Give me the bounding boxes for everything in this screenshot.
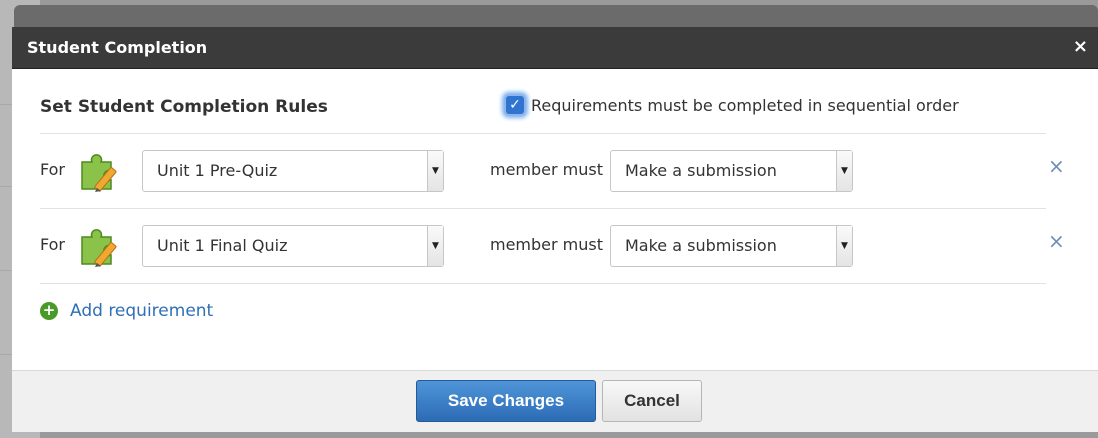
completion-dialog: Student Completion × Set Student Complet… xyxy=(12,5,1098,432)
dialog-footer: Save Changes Cancel xyxy=(12,370,1098,432)
requirement-item-select[interactable]: Unit 1 Final Quiz ▼ xyxy=(142,225,444,267)
save-changes-button[interactable]: Save Changes xyxy=(416,380,596,422)
add-requirement-label: Add requirement xyxy=(70,301,214,321)
chevron-down-icon: ▼ xyxy=(427,226,443,266)
requirement-row: For Unit 1 Pre-Quiz ▼ member must Make a… xyxy=(40,150,1065,194)
requirement-row: For Unit 1 Final Quiz ▼ member must Make… xyxy=(40,225,1065,269)
sequential-order-option[interactable]: ✓ Requirements must be completed in sequ… xyxy=(504,94,959,116)
chevron-down-icon: ▼ xyxy=(427,151,443,191)
requirement-action-value: Make a submission xyxy=(625,236,777,255)
requirement-action-select[interactable]: Make a submission ▼ xyxy=(610,225,853,267)
member-must-label: member must xyxy=(490,235,604,254)
divider xyxy=(40,133,1046,134)
requirement-item-value: Unit 1 Pre-Quiz xyxy=(157,161,278,180)
add-icon: + xyxy=(40,302,58,320)
divider xyxy=(40,283,1046,284)
divider xyxy=(40,208,1046,209)
dialog-content: Set Student Completion Rules ✓ Requireme… xyxy=(12,69,1098,370)
for-label: For xyxy=(40,235,65,254)
dialog-titlebar: Student Completion × xyxy=(12,27,1098,69)
chevron-down-icon: ▼ xyxy=(836,151,852,191)
for-label: For xyxy=(40,160,65,179)
remove-requirement-icon[interactable]: × xyxy=(1048,229,1065,253)
remove-requirement-icon[interactable]: × xyxy=(1048,154,1065,178)
sequential-order-label: Requirements must be completed in sequen… xyxy=(531,95,959,115)
puzzle-pencil-icon xyxy=(81,154,117,192)
requirement-action-select[interactable]: Make a submission ▼ xyxy=(610,150,853,192)
requirement-item-value: Unit 1 Final Quiz xyxy=(157,236,288,255)
add-requirement-link[interactable]: + Add requirement xyxy=(40,301,213,321)
close-icon[interactable]: × xyxy=(1073,36,1088,57)
cancel-button[interactable]: Cancel xyxy=(602,380,702,422)
sequential-order-checkbox[interactable]: ✓ xyxy=(504,94,526,116)
requirement-item-select[interactable]: Unit 1 Pre-Quiz ▼ xyxy=(142,150,444,192)
member-must-label: member must xyxy=(490,160,604,179)
rules-heading: Set Student Completion Rules xyxy=(40,97,328,117)
puzzle-pencil-icon xyxy=(81,229,117,267)
chevron-down-icon: ▼ xyxy=(836,226,852,266)
requirement-action-value: Make a submission xyxy=(625,161,777,180)
dialog-title: Student Completion xyxy=(27,38,208,57)
